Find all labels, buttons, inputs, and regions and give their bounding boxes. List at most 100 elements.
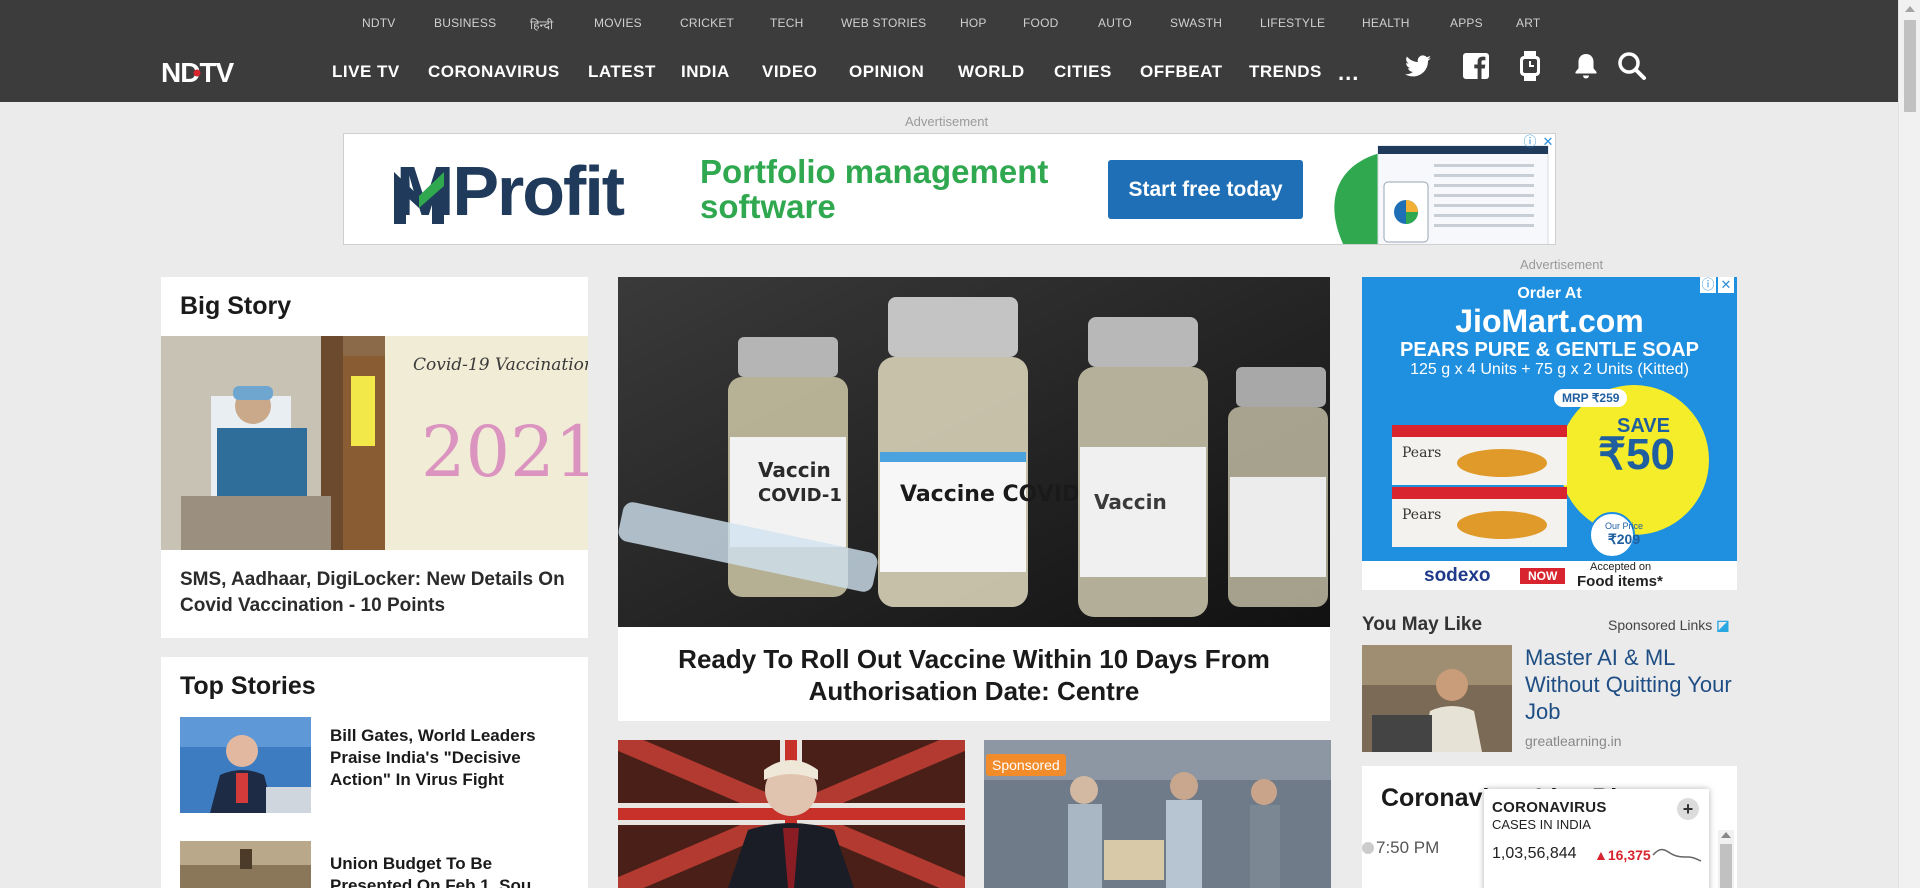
scroll-up-icon[interactable] [1905,6,1915,12]
nav-video[interactable]: VIDEO [762,62,817,82]
big-story-card: Big Story Covid-19 Vaccination 2021 2021… [161,277,588,638]
ad-order-at: Order At [1517,285,1582,302]
hero-headline[interactable]: Ready To Roll Out Vaccine Within 10 Days… [618,643,1330,707]
ad-our-price: ₹209 [1607,531,1641,547]
new-cases-delta: ▲16,375 [1594,847,1651,863]
scrollbar-thumb[interactable] [1904,20,1916,112]
nav-opinion[interactable]: OPINION [849,62,924,82]
ad-food-items: Food items* [1577,573,1663,590]
ndtv-logo[interactable]: NDTV [161,58,287,88]
widget-scroll-up-icon[interactable] [1721,832,1731,838]
ad-save-amount: ₹50 [1598,430,1675,479]
more-menu-icon[interactable]: ... [1338,62,1359,84]
hero-image[interactable]: Vaccin COVID-1 Vaccine COVID-19 Vaccin [618,277,1330,627]
nav-india[interactable]: INDIA [681,62,730,82]
sodexo-logo: sodexo [1424,565,1491,586]
ad-info-icon[interactable]: ⓘ [1700,277,1716,293]
top-stories-title: Top Stories [180,672,316,700]
subnav-food[interactable]: FOOD [1023,16,1058,30]
big-story-image[interactable]: Covid-19 Vaccination 2021 2021 [161,336,588,550]
hero-story-card[interactable]: Vaccin COVID-1 Vaccine COVID-19 Vaccin R… [618,277,1330,721]
story-headline[interactable]: Bill Gates, World Leaders Praise India's… [330,725,570,791]
mprofit-logo-rest: Profit [452,152,625,230]
software-screenshot-image [1334,145,1549,244]
subnav-art[interactable]: ART [1516,16,1540,30]
svg-text:Vaccin: Vaccin [1094,490,1167,514]
total-cases-count: 1,03,56,844 [1492,845,1577,862]
subnav-swasth[interactable]: SWASTH [1170,16,1222,30]
subnav-ndtv[interactable]: NDTV [362,16,395,30]
live-update-time: 7:50 PM [1376,838,1440,857]
svg-text:COVID-1: COVID-1 [758,485,842,506]
nav-offbeat[interactable]: OFFBEAT [1140,62,1223,82]
expand-widget-button[interactable]: + [1677,798,1699,820]
ad-footer-strip: sodexo NOW Accepted on Food items* [1362,561,1737,590]
cases-widget-title: CORONAVIRUS [1492,799,1607,816]
svg-text:Pears: Pears [1402,507,1441,523]
story-headline[interactable]: Union Budget To Be Presented On Feb 1, S… [330,853,570,888]
ad-info-icon[interactable]: ⓘ [1522,134,1538,150]
subnav-auto[interactable]: AUTO [1098,16,1132,30]
top-stories-card: Top Stories Bill Gates, World Leaders Pr… [161,657,588,888]
sponsored-thumbnail[interactable] [1362,645,1512,752]
ad-our-price-label: Our Price [1604,521,1643,531]
search-icon[interactable] [1616,50,1648,82]
story-thumbnail [180,841,311,888]
big-story-headline[interactable]: SMS, Aadhaar, DigiLocker: New Details On… [180,567,580,619]
ad-product-size: 125 g x 4 Units + 75 g x 2 Units (Kitted… [1410,361,1689,378]
widget-scrollbar-thumb[interactable] [1720,844,1732,888]
image-handwritten-caption: Covid-19 Vaccination 2021 [413,355,588,375]
svg-text:Pears: Pears [1402,445,1441,461]
sponsored-headline[interactable]: Master AI & ML Without Quitting Your Job [1525,644,1735,725]
nav-live-tv[interactable]: LIVE TV [332,62,400,82]
twitter-icon[interactable] [1402,50,1434,82]
subnav-business[interactable]: BUSINESS [434,16,496,30]
top-banner-ad[interactable]: MProfit Portfolio management software St… [343,133,1556,245]
cases-widget-subtitle: CASES IN INDIA [1492,817,1591,832]
advertisement-label: Advertisement [905,114,989,129]
nav-coronavirus[interactable]: CORONAVIRUS [428,62,560,82]
taboola-icon: ◪ [1716,617,1730,633]
list-item[interactable]: Union Budget To Be Presented On Feb 1, S… [180,841,570,888]
nav-latest[interactable]: LATEST [588,62,656,82]
ad-now-badge: NOW [1520,568,1566,584]
page-scrollbar[interactable] [1898,0,1920,888]
sponsored-links[interactable]: Sponsored Links ◪ [1608,617,1729,634]
news-tile-image [614,730,969,888]
smartwatch-icon[interactable] [1514,50,1546,82]
sponsored-badge: Sponsored [986,754,1066,776]
up-arrow-icon: ▲ [1594,847,1608,863]
subnav-movies[interactable]: MOVIES [594,16,642,30]
you-may-like-title: You May Like [1362,614,1483,635]
sponsored-links-label: Sponsored Links [1608,617,1713,633]
list-item[interactable]: Bill Gates, World Leaders Praise India's… [180,717,570,813]
trend-sparkline [1652,848,1702,862]
widget-scrollbar[interactable] [1718,830,1734,888]
timeline-dot [1362,842,1374,854]
sponsored-source[interactable]: greatlearning.in [1525,733,1622,749]
ad-mrp: MRP ₹259 [1554,389,1628,407]
story-thumbnail [180,717,311,813]
svg-text:Vaccin: Vaccin [758,458,831,482]
facebook-icon[interactable] [1460,50,1492,82]
subnav-health[interactable]: HEALTH [1362,16,1410,30]
ad-close-icon[interactable]: ✕ [1540,134,1555,150]
jiomart-ad[interactable]: Order At JioMart.com PEARS PURE & GENTLE… [1362,277,1737,590]
subnav-hindi[interactable]: हिन्दी [530,16,553,33]
svg-text:2021: 2021 [421,411,588,493]
nav-cities[interactable]: CITIES [1054,62,1112,82]
site-header: NDTV BUSINESS हिन्दी MOVIES CRICKET TECH… [0,0,1898,102]
subnav-hop[interactable]: HOP [960,16,987,30]
start-free-today-button[interactable]: Start free today [1108,160,1303,219]
subnav-lifestyle[interactable]: LIFESTYLE [1260,16,1325,30]
coronavirus-cases-widget[interactable]: CORONAVIRUS CASES IN INDIA + 1,03,56,844… [1484,789,1709,888]
nav-world[interactable]: WORLD [958,62,1025,82]
nav-trends[interactable]: TRENDS [1249,62,1322,82]
ad-close-icon[interactable]: ✕ [1718,277,1734,293]
subnav-web-stories[interactable]: WEB STORIES [841,16,926,30]
news-tile[interactable] [614,730,969,888]
subnav-cricket[interactable]: CRICKET [680,16,734,30]
bell-icon[interactable] [1570,50,1602,82]
subnav-apps[interactable]: APPS [1450,16,1483,30]
subnav-tech[interactable]: TECH [770,16,803,30]
